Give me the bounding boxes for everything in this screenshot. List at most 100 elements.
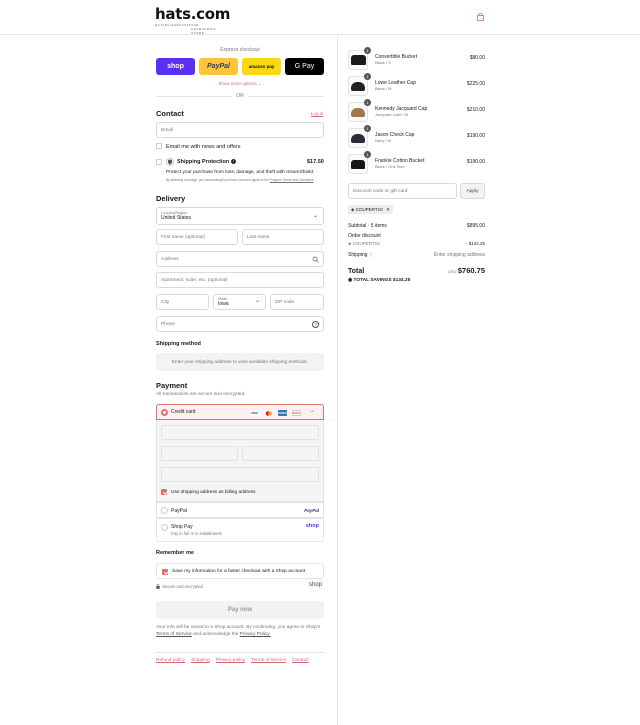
remove-discount-icon[interactable]: ✕ (386, 207, 390, 212)
legal-text-part: Your info will be saved to a Shop accoun… (156, 625, 321, 630)
paypal-option[interactable]: PayPal PayPal (156, 502, 324, 518)
footer-divider (156, 652, 324, 653)
first-name-field[interactable]: First name (optional) (156, 229, 238, 245)
save-info-checkbox[interactable] (162, 568, 168, 575)
total-row: Total USD $760.75 (348, 266, 485, 275)
refund-policy-link[interactable]: Refund policy (156, 658, 185, 663)
apply-discount-button[interactable]: Apply (460, 183, 485, 199)
shipping-link[interactable]: Shipping (191, 658, 210, 663)
total-savings: ◉ TOTAL SAVINGS $134.25 (348, 278, 410, 283)
subtotal-value: $895.00 (466, 223, 485, 229)
security-code-field[interactable] (242, 446, 319, 461)
chevron-down-icon: ⌄ (312, 213, 319, 219)
discount-code-field[interactable]: Discount code or gift card (348, 183, 457, 199)
item-price: $225.00 (466, 81, 485, 87)
phone-field[interactable]: Phone ? (156, 316, 324, 332)
quantity-badge: 1 (364, 47, 371, 54)
discount-chip: ◈ COUPERT10 ✕ (348, 205, 393, 214)
hat-image (351, 133, 365, 143)
more-cards-arrow-icon: → (309, 408, 315, 414)
amazon-pay-button[interactable]: amazon pay (242, 58, 281, 75)
terms-of-service-link[interactable]: Terms of Service (156, 632, 192, 637)
shipping-method-heading: Shipping method (156, 341, 201, 347)
login-link[interactable]: Log in (311, 111, 323, 116)
address-field[interactable]: Address (156, 251, 324, 267)
news-checkbox[interactable] (156, 143, 162, 149)
header: hats.com ESTABLISHED 1995 THE HATMAKER'S… (0, 0, 640, 35)
first-name-placeholder: First name (optional) (161, 234, 205, 240)
quantity-badge: 1 (364, 73, 371, 80)
phone-placeholder: Phone (161, 321, 175, 327)
email-field[interactable]: Email (156, 122, 324, 138)
quantity-badge: 1 (364, 125, 371, 132)
tagline-part: 1995 (182, 23, 192, 27)
help-icon[interactable]: ⓘ (369, 252, 373, 257)
save-info-label: Save my information for a faster checkou… (172, 569, 306, 574)
protection-desc: Protect your purchase from loss, damage,… (166, 170, 315, 175)
card-number-field[interactable] (161, 425, 319, 440)
pay-now-button[interactable]: Pay now (156, 601, 324, 619)
payment-subtitle: All transactions are secure and encrypte… (156, 392, 246, 397)
remember-heading: Remember me (156, 550, 194, 556)
item-variant: Black / One Size (375, 164, 405, 169)
footer-links: Refund policy Shipping Privacy policy Te… (156, 658, 309, 663)
hat-image (351, 81, 365, 91)
shopping-bag-icon[interactable] (477, 13, 484, 21)
last-name-field[interactable]: Last name (242, 229, 324, 245)
mastercard-icon (264, 410, 273, 416)
shop-pay-button[interactable]: shop (156, 58, 195, 75)
visa-icon: VISA (250, 410, 259, 416)
brand-name: hats.com (155, 5, 231, 23)
credit-card-radio[interactable] (161, 408, 168, 416)
contact-link[interactable]: Contact (292, 658, 309, 663)
help-icon[interactable]: ? (312, 321, 319, 328)
shop-pay-option[interactable]: Shop Pay Pay in full or in installments … (156, 518, 324, 542)
apartment-field[interactable]: Apartment, suite, etc. (optional) (156, 272, 324, 288)
item-price: $190.00 (466, 159, 485, 165)
country-value: United States (161, 215, 192, 221)
amex-icon: AMEX (278, 410, 287, 416)
credit-card-option[interactable]: Credit card VISA AMEX DISC → (156, 404, 324, 420)
protection-checkbox[interactable] (156, 159, 162, 165)
item-price: $190.00 (466, 133, 485, 139)
savings-label: TOTAL SAVINGS (353, 278, 392, 283)
country-select[interactable]: Country/Region United States ⌄ (156, 207, 324, 225)
order-discount-label: Order discount (348, 233, 381, 239)
shop-pay-label: Shop Pay (171, 524, 193, 530)
shield-icon (166, 158, 174, 166)
contact-heading: Contact (156, 109, 184, 118)
credit-card-form: Use shipping address as billing address (156, 420, 324, 502)
credit-card-label: Credit card (171, 409, 196, 415)
terms-link[interactable]: Program Terms and Conditions (270, 178, 314, 182)
shipping-value: Enter shipping address (433, 252, 485, 258)
tagline-part: THE HATMAKER'S STORE (191, 23, 217, 35)
privacy-policy-link[interactable]: Privacy Policy. (240, 632, 271, 637)
discount-placeholder: Discount code or gift card (353, 188, 408, 194)
name-on-card-field[interactable] (161, 467, 319, 482)
brand-tagline: ESTABLISHED 1995 THE HATMAKER'S STORE (155, 23, 223, 35)
expiration-field[interactable] (161, 446, 238, 461)
privacy-policy-footer-link[interactable]: Privacy policy (216, 658, 245, 663)
billing-address-checkbox[interactable] (161, 489, 167, 495)
discount-value: - $134.25 (465, 241, 485, 246)
cart-item: 1 Kennedy Jacquard Cap Jacquard Lotte / … (348, 99, 485, 124)
city-field[interactable]: City (156, 294, 209, 310)
savings-tag-icon: ◉ (348, 278, 353, 283)
shop-pay-radio[interactable] (161, 524, 168, 531)
terms-of-service-footer-link[interactable]: Terms of service (251, 658, 286, 663)
brand-logo[interactable]: hats.com ESTABLISHED 1995 THE HATMAKER'S… (155, 6, 230, 35)
total-label: Total (348, 268, 365, 275)
google-pay-button[interactable]: G Pay (285, 58, 324, 75)
city-placeholder: City (161, 299, 170, 305)
zip-field[interactable]: ZIP code (270, 294, 324, 310)
paypal-button[interactable]: PayPal (199, 58, 238, 75)
tag-icon: ◈ (348, 241, 352, 246)
tagline-part: ESTABLISHED (155, 23, 183, 27)
show-more-options-link[interactable]: Show more options ⌄ (156, 81, 324, 87)
state-select[interactable]: State Iowa ⌄ (213, 294, 266, 310)
shipping-row: Shipping ⓘ Enter shipping address (348, 252, 485, 258)
paypal-radio[interactable] (161, 507, 168, 514)
info-icon[interactable]: i (231, 159, 236, 164)
item-variant: Black / M (375, 86, 392, 91)
hat-image (351, 107, 365, 117)
